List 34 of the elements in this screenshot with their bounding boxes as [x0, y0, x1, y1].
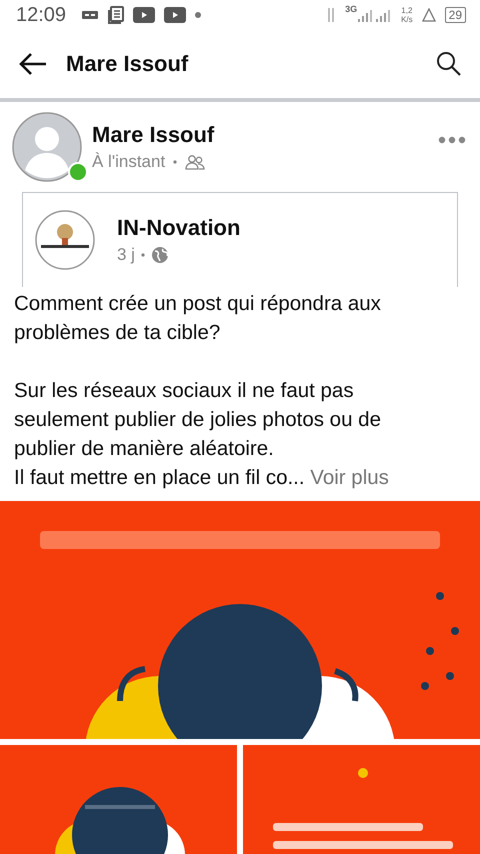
play-icon: [133, 7, 156, 23]
back-icon[interactable]: [18, 52, 48, 76]
document-icon: [108, 6, 124, 24]
header-title: Mare Issouf: [66, 51, 188, 77]
post-time: À l'instant: [92, 152, 166, 172]
post-text-line: publier de manière aléatoire.: [14, 437, 274, 460]
globe-icon: [150, 246, 169, 264]
post-text-line: Comment crée un post qui répondra aux: [14, 292, 381, 315]
status-time: 12:09: [16, 4, 66, 26]
author-name[interactable]: Mare Issouf: [92, 122, 214, 148]
avatar[interactable]: [12, 112, 82, 182]
battery-level: 29: [444, 7, 466, 23]
dot-icon: [195, 12, 202, 18]
message-icon: [81, 9, 100, 21]
warning-icon: [422, 8, 436, 22]
post-text-line: Sur les réseaux sociaux il ne faut pas: [14, 379, 354, 402]
separator-dot: [173, 160, 178, 164]
see-more-link[interactable]: Voir plus: [304, 466, 389, 489]
play-icon: [164, 7, 186, 23]
data-arrows-icon: [326, 7, 336, 23]
page-name[interactable]: IN-Novation: [117, 215, 240, 241]
shared-time: 3 j: [117, 245, 135, 265]
signal-icon: [358, 8, 392, 22]
post-text-line: seulement publier de jolies photos ou de: [14, 408, 381, 431]
search-icon[interactable]: [436, 51, 462, 77]
network-type: 3G: [345, 4, 358, 14]
friends-icon: [185, 154, 206, 170]
speed-unit: K/s: [401, 15, 413, 24]
speed-value: 1,2: [401, 6, 412, 15]
post-text-line: Il faut mettre en place un fil co...: [14, 466, 305, 489]
more-options-icon[interactable]: [438, 136, 466, 144]
post-text-line: problèmes de ta cible?: [14, 321, 220, 344]
separator-dot: [140, 253, 145, 257]
shared-post-card[interactable]: IN-Novation 3 j: [22, 192, 458, 287]
